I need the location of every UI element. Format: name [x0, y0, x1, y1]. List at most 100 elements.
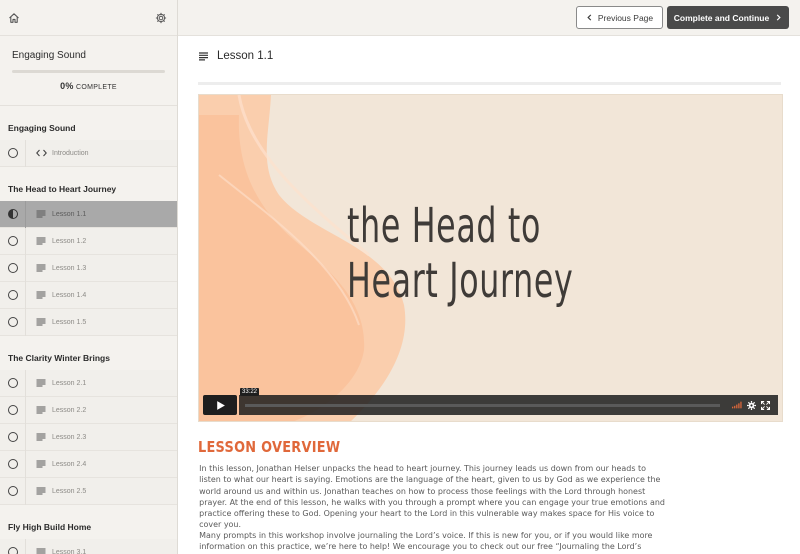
half-circle-icon	[0, 200, 26, 228]
text-lines-icon	[30, 318, 52, 326]
text-lines-icon	[199, 52, 208, 61]
text-lines-icon	[30, 460, 52, 468]
progress-suffix: COMPLETE	[75, 84, 117, 91]
course-sidebar: Engaging Sound 0% COMPLETE Engaging Soun…	[0, 0, 178, 554]
fullscreen-icon[interactable]	[760, 400, 770, 410]
course-player: Engaging Sound 0% COMPLETE Engaging Soun…	[0, 0, 800, 554]
lesson-label: Lesson 2.4	[52, 460, 87, 468]
course-title: Engaging Sound	[12, 50, 86, 61]
empty-circle-icon	[0, 139, 26, 167]
status-indicator	[7, 378, 18, 388]
text-lines-icon	[30, 264, 52, 272]
lesson-label: Lesson 2.5	[52, 487, 87, 495]
lesson-label: Lesson 1.5	[52, 318, 87, 326]
sidebar-topbar	[0, 0, 177, 36]
lesson-title: Lesson 1.1	[217, 50, 274, 62]
chapter-title: Engaging Sound	[0, 106, 177, 140]
lesson-overview-heading: LESSON OVERVIEW	[198, 438, 341, 456]
divider	[198, 82, 781, 85]
empty-circle-icon	[0, 369, 26, 397]
chapter-list: Engaging Sound Introduction The Head to He…	[0, 106, 177, 554]
text-lines-icon	[30, 291, 52, 299]
chevron-left-icon	[587, 14, 592, 21]
lesson-label: Lesson 2.1	[52, 379, 87, 387]
status-indicator	[7, 148, 18, 158]
text-lines-icon	[30, 487, 52, 495]
text-lines-icon	[30, 237, 52, 245]
previous-page-button[interactable]: Previous Page	[576, 6, 663, 29]
text-lines-icon	[30, 548, 52, 554]
lesson-item[interactable]: Lesson 2.3	[0, 423, 177, 451]
complete-and-continue-label: Complete and Continue	[673, 12, 770, 23]
chevron-right-icon	[776, 14, 781, 21]
lesson-label: Lesson 3.1	[52, 548, 87, 554]
progress-text: 0% COMPLETE	[12, 81, 165, 91]
course-progress-panel: Engaging Sound 0% COMPLETE	[0, 36, 177, 106]
text-lines-icon	[30, 406, 52, 414]
chapter-title: Fly High Build Home	[0, 505, 177, 539]
status-indicator	[7, 236, 18, 246]
empty-circle-icon	[0, 477, 26, 505]
complete-and-continue-button[interactable]: Complete and Continue	[667, 6, 789, 29]
home-icon[interactable]	[6, 10, 22, 26]
video-title-line2: Heart Journey	[347, 253, 574, 309]
lesson-item[interactable]: Lesson 2.5	[0, 477, 177, 505]
lesson-header: Lesson 1.1	[198, 50, 273, 62]
lesson-label: Lesson 1.3	[52, 264, 87, 272]
video-scrubber[interactable]	[245, 403, 720, 407]
previous-page-label: Previous Page	[597, 12, 654, 23]
lesson-label: Lesson 1.4	[52, 291, 87, 299]
overview-paragraph: In this lesson, Jonathan Helser unpacks …	[199, 464, 665, 530]
text-lines-icon	[30, 379, 52, 387]
lesson-item[interactable]: Lesson 1.1	[0, 200, 177, 228]
status-indicator	[7, 317, 18, 327]
video-title-line1: the Head to	[347, 198, 542, 254]
progress-percent: 0%	[60, 81, 74, 91]
lesson-item[interactable]: Lesson 3.1	[0, 538, 177, 554]
code-icon	[30, 149, 52, 157]
progress-bar	[12, 70, 165, 73]
status-indicator	[7, 459, 18, 469]
lesson-item[interactable]: Lesson 2.4	[0, 450, 177, 478]
lesson-item[interactable]: Lesson 1.4	[0, 281, 177, 309]
status-indicator	[7, 432, 18, 442]
text-lines-icon	[30, 210, 52, 218]
video-timestamp: 33:22	[240, 388, 260, 396]
lesson-label: Lesson 2.3	[52, 433, 87, 441]
lesson-content: Lesson 1.1 the Head to Heart Journey 33:…	[178, 36, 800, 554]
gear-icon[interactable]	[153, 10, 169, 26]
lesson-item[interactable]: Lesson 1.5	[0, 308, 177, 336]
overview-paragraph-2: Many prompts in this workshop involve jo…	[199, 530, 667, 554]
video-title-card: the Head to Heart Journey	[347, 199, 573, 309]
lesson-item[interactable]: Lesson 2.2	[0, 396, 177, 424]
lesson-topbar: Previous Page Complete and Continue	[178, 0, 800, 36]
lesson-label: Introduction	[52, 149, 89, 157]
empty-circle-icon	[0, 254, 26, 282]
chapter-title: The Clarity Winter Brings	[0, 336, 177, 370]
volume-icon[interactable]	[732, 400, 742, 410]
settings-icon[interactable]	[746, 400, 756, 410]
status-indicator	[7, 290, 18, 300]
video-player[interactable]: the Head to Heart Journey 33:22	[198, 94, 783, 422]
overview-paragraph-2-text: Many prompts in this workshop involve jo…	[199, 531, 653, 554]
play-button[interactable]	[203, 395, 237, 415]
status-indicator	[7, 405, 18, 415]
status-indicator	[7, 486, 18, 496]
lesson-item[interactable]: Lesson 1.2	[0, 227, 177, 255]
text-lines-icon	[30, 433, 52, 441]
status-indicator	[7, 263, 18, 273]
video-controls: 33:22	[203, 388, 778, 415]
lesson-label: Lesson 1.2	[52, 237, 87, 245]
empty-circle-icon	[0, 308, 26, 336]
status-indicator	[7, 209, 18, 219]
lesson-item[interactable]: Lesson 1.3	[0, 254, 177, 282]
empty-circle-icon	[0, 396, 26, 424]
empty-circle-icon	[0, 450, 26, 478]
lesson-label: Lesson 1.1	[52, 210, 87, 218]
lesson-item[interactable]: Introduction	[0, 139, 177, 167]
lesson-label: Lesson 2.2	[52, 406, 87, 414]
empty-circle-icon	[0, 423, 26, 451]
empty-circle-icon	[0, 538, 26, 554]
lesson-item[interactable]: Lesson 2.1	[0, 369, 177, 397]
video-control-bar: 33:22	[239, 388, 778, 415]
